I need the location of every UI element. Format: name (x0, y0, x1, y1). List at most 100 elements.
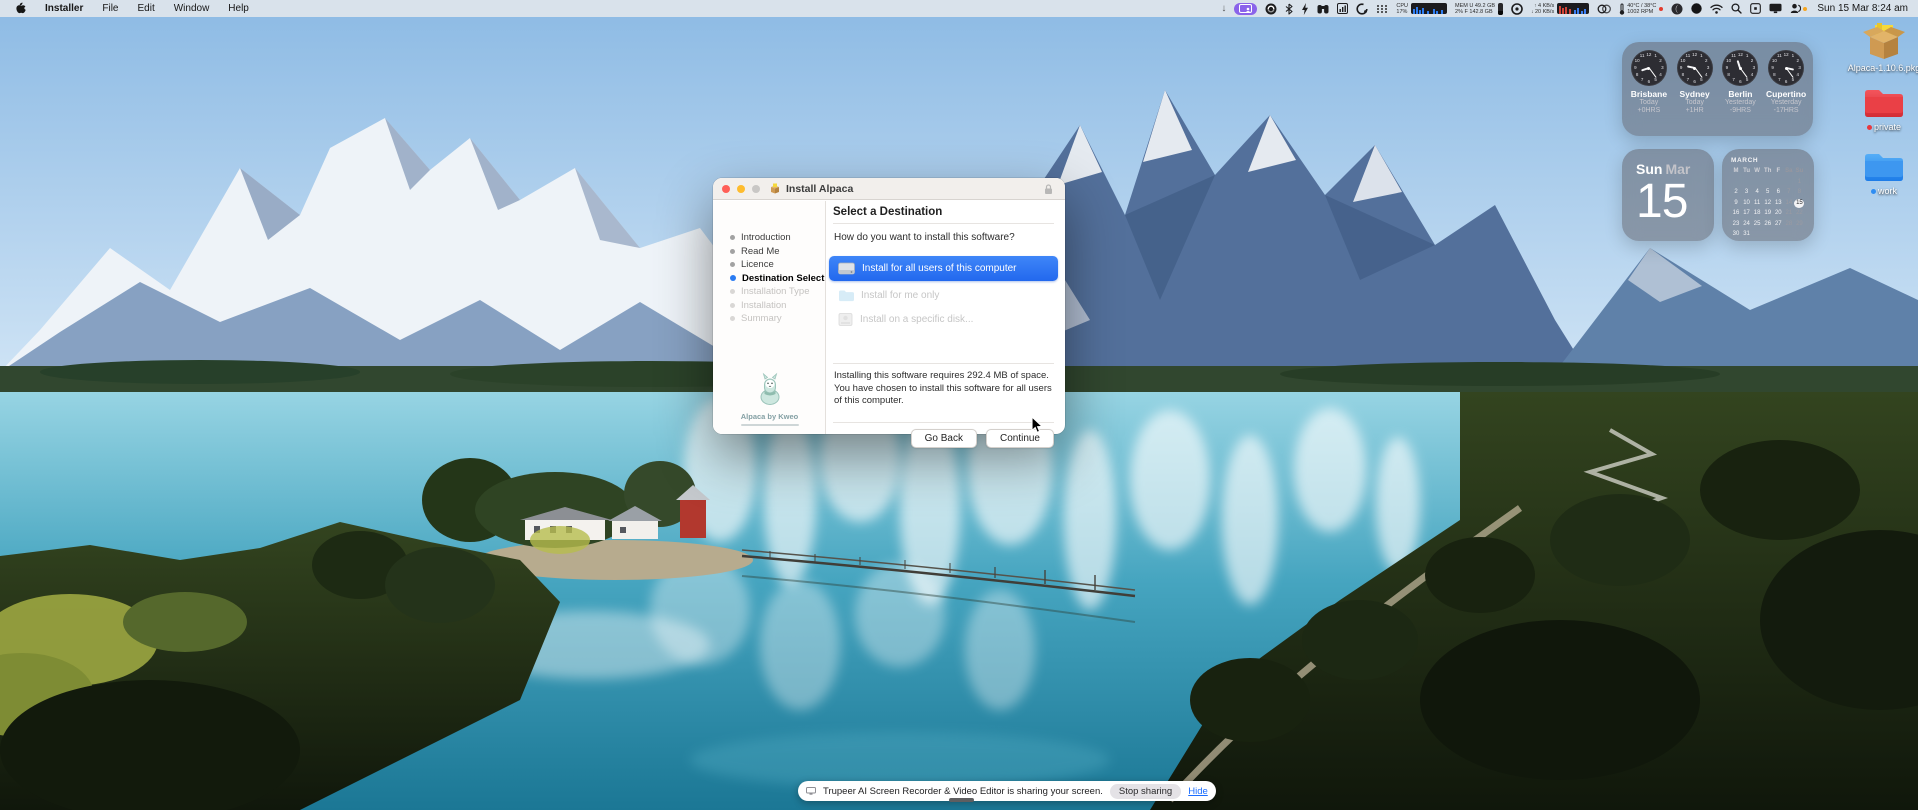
vendor-branding: Alpaca by Kweo (713, 371, 826, 426)
option-install-all-users[interactable]: Install for all users of this computer (829, 256, 1058, 281)
divider (833, 363, 1054, 364)
traffic-lights (722, 185, 760, 193)
red-tag-dot (1867, 125, 1872, 130)
clock-berlin: 123456789101112 Berlin Yesterday -9HRS (1718, 50, 1762, 115)
flash-icon[interactable] (1301, 3, 1309, 15)
minimize-button[interactable] (737, 185, 745, 193)
desktop-icon-alpaca-pkg[interactable]: Alpaca-1.10.6.pkg (1840, 21, 1918, 73)
pane-question: How do you want to install this software… (834, 232, 1015, 243)
lock-icon (1044, 184, 1053, 195)
installer-steps-sidebar: Introduction Read Me Licence Destination… (713, 201, 826, 434)
hide-link[interactable]: Hide (1188, 786, 1208, 797)
divider (833, 422, 1054, 423)
mini-calendar-grid: MTuWThFSaSu12345678910111213141516171819… (1731, 167, 1805, 239)
cpu-meter[interactable]: CPU17% (1396, 3, 1447, 15)
installer-window: Install Alpaca Introduction Read Me Lice… (713, 178, 1065, 434)
dark-circle-icon[interactable] (1691, 3, 1702, 14)
step-summary: Summary (730, 312, 824, 326)
clock-brisbane: 123456789101112 Brisbane Today +0HRS (1627, 50, 1671, 115)
memory-pressure-bar (1498, 3, 1503, 15)
internal-drive-icon (838, 262, 855, 275)
step-installation: Installation (730, 299, 824, 313)
network-graph (1557, 3, 1589, 14)
pane-heading: Select a Destination (833, 206, 942, 218)
vendor-name: Alpaca by Kweo (713, 412, 826, 421)
download-arrow-icon[interactable]: ↓ (1221, 3, 1226, 14)
menu-file[interactable]: File (102, 3, 118, 14)
vendor-tagline (741, 424, 799, 426)
sharing-message: Trupeer AI Screen Recorder & Video Edito… (823, 786, 1103, 797)
sharing-display-icon (806, 787, 816, 795)
analog-clock-face: 123456789101112 (1677, 50, 1713, 86)
world-clock-widget[interactable]: 123456789101112 Brisbane Today +0HRS 123… (1622, 42, 1813, 136)
date-widget[interactable]: SunMar 15 (1622, 149, 1714, 241)
binoculars-icon[interactable] (1317, 3, 1329, 14)
window-title-bar[interactable]: Install Alpaca (713, 178, 1065, 200)
fan-alert-dot (1659, 7, 1663, 11)
window-title: Install Alpaca (786, 183, 853, 195)
bluetooth-icon[interactable] (1285, 3, 1293, 15)
option-install-specific-disk: Install on a specific disk... (829, 307, 1058, 331)
stop-sharing-button[interactable]: Stop sharing (1110, 784, 1181, 799)
gauge-icon[interactable] (1356, 3, 1368, 15)
choice-note: You have chosen to install this software… (834, 383, 1052, 407)
folder-icon (1863, 150, 1905, 184)
step-installation-type: Installation Type (730, 285, 824, 299)
analog-clock-face: 123456789101112 (1631, 50, 1667, 86)
clock-cupertino: 123456789101112 Cupertino Yesterday -17H… (1764, 50, 1808, 115)
wifi-icon[interactable] (1710, 4, 1723, 14)
dots-grid-icon[interactable] (1376, 4, 1388, 14)
user-switch-icon[interactable] (1790, 3, 1807, 14)
desktop: Installer File Edit Window Help ↓ (0, 0, 1918, 810)
user-status-dot (1803, 7, 1807, 11)
mouse-cursor (1031, 416, 1044, 434)
close-button[interactable] (722, 185, 730, 193)
package-icon (1862, 21, 1906, 61)
menu-edit[interactable]: Edit (137, 3, 154, 14)
step-destination-select: Destination Select (730, 272, 824, 286)
calendar-month-title: MARCH (1731, 157, 1805, 164)
banner-drag-handle[interactable] (949, 798, 974, 802)
step-introduction: Introduction (730, 231, 824, 245)
network-meter[interactable]: ↑ 4 KB/s ↓ 20 KB/s (1531, 3, 1589, 15)
menu-app-name[interactable]: Installer (45, 3, 83, 14)
cd-icon[interactable] (1597, 4, 1611, 14)
home-folder-icon (838, 289, 854, 302)
menu-window[interactable]: Window (174, 3, 210, 14)
search-icon[interactable] (1731, 3, 1742, 14)
analog-clock-face: 123456789101112 (1722, 50, 1758, 86)
circle-app-icon[interactable] (1265, 3, 1277, 15)
desktop-icon-work-folder[interactable]: work (1840, 150, 1918, 196)
cpu-graph (1411, 3, 1447, 14)
step-read-me: Read Me (730, 245, 824, 259)
apple-menu-icon[interactable] (15, 2, 26, 15)
memory-meter[interactable]: MEM U 49.2 GB2% F 142.8 GB (1455, 3, 1503, 15)
screen-sharing-banner: Trupeer AI Screen Recorder & Video Edito… (798, 781, 1216, 801)
analog-clock-face: 123456789101112 (1768, 50, 1804, 86)
disc-icon[interactable] (1511, 3, 1523, 15)
go-back-button[interactable]: Go Back (911, 429, 977, 448)
window-body: Introduction Read Me Licence Destination… (713, 201, 1065, 434)
screen-sharing-icon[interactable] (1234, 3, 1257, 15)
option-install-for-me: Install for me only (829, 283, 1058, 307)
step-licence: Licence (730, 258, 824, 272)
installer-package-icon (769, 183, 781, 194)
disk-icon (838, 313, 853, 326)
alpaca-logo (755, 371, 785, 405)
calendar-widget[interactable]: MARCH MTuWThFSaSu12345678910111213141516… (1722, 149, 1814, 241)
display-icon[interactable] (1769, 3, 1782, 14)
date-day-number: 15 (1636, 177, 1714, 227)
temperature-meter[interactable]: 40°C / 38°C1002 RPM (1619, 3, 1663, 15)
moon-icon[interactable] (1671, 3, 1683, 15)
zoom-button-disabled (752, 185, 760, 193)
desktop-icon-private-folder[interactable]: private (1840, 86, 1918, 132)
menu-bar-clock[interactable]: Sun 15 Mar 8:24 am (1817, 3, 1908, 14)
menu-help[interactable]: Help (228, 3, 249, 14)
thermometer-icon (1619, 3, 1625, 15)
divider (833, 223, 1054, 224)
bar-chart-icon[interactable] (1337, 3, 1348, 14)
folder-icon (1863, 86, 1905, 120)
control-center-icon[interactable] (1750, 3, 1761, 14)
clock-sydney: 123456789101112 Sydney Today +1HR (1673, 50, 1717, 115)
blue-tag-dot (1871, 189, 1876, 194)
